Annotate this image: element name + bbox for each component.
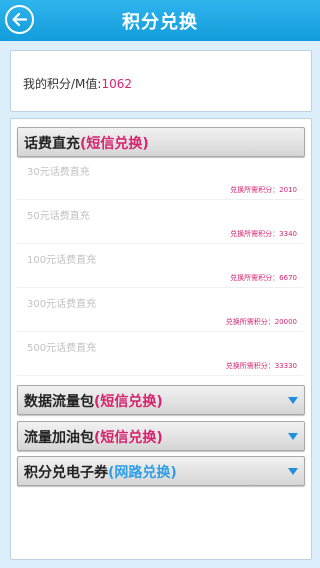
expand-arrow-icon (288, 433, 298, 440)
section-data-boost[interactable]: 流量加油包(短信兑换) (17, 421, 305, 451)
section-title: 数据流量包 (24, 394, 94, 410)
list-item[interactable]: 500元话费直充 兑换所需积分：33330 (17, 333, 303, 376)
section-tag: (短信兑换) (94, 430, 163, 446)
page-title: 积分兑换 (122, 12, 198, 33)
item-name: 500元话费直充 (27, 343, 97, 354)
section-e-voucher[interactable]: 积分兑电子券(网路兑换) (17, 456, 305, 486)
points-card: 我的积分/M值:1062 (10, 50, 312, 112)
item-name: 100元话费直充 (27, 255, 97, 266)
item-cost: 兑换所需积分：6670 (230, 274, 297, 282)
section-tag: (短信兑换) (94, 394, 163, 410)
item-cost: 兑换所需积分：2010 (230, 186, 297, 194)
item-name: 50元话费直充 (27, 211, 90, 222)
points-value: 1062 (101, 77, 132, 91)
title-bar: 积分兑换 (0, 0, 320, 41)
list-item[interactable]: 30元话费直充 兑换所需积分：2010 (17, 157, 303, 200)
item-cost: 兑换所需积分：33330 (225, 362, 297, 370)
exchange-panel: 话费直充(短信兑换) 30元话费直充 兑换所需积分：2010 50元话费直充 兑… (10, 118, 312, 560)
section-tag: (短信兑换) (80, 136, 149, 152)
section-data-package[interactable]: 数据流量包(短信兑换) (17, 385, 305, 415)
expand-arrow-icon (288, 397, 298, 404)
section-title: 积分兑电子券 (24, 465, 108, 481)
item-name: 300元话费直充 (27, 299, 97, 310)
item-cost: 兑换所需积分：3340 (230, 230, 297, 238)
section-phone-recharge[interactable]: 话费直充(短信兑换) (17, 127, 305, 157)
item-cost: 兑换所需积分：20000 (225, 318, 297, 326)
points-label: 我的积分/M值:1062 (23, 77, 132, 91)
list-item[interactable]: 300元话费直充 兑换所需积分：20000 (17, 289, 303, 332)
item-name: 30元话费直充 (27, 167, 90, 178)
list-item[interactable]: 100元话费直充 兑换所需积分：6670 (17, 245, 303, 288)
expand-arrow-icon (288, 468, 298, 475)
list-item[interactable]: 50元话费直充 兑换所需积分：3340 (17, 201, 303, 244)
section-title: 流量加油包 (24, 430, 94, 446)
section-tag: (网路兑换) (108, 465, 177, 481)
section-title: 话费直充 (24, 136, 80, 152)
